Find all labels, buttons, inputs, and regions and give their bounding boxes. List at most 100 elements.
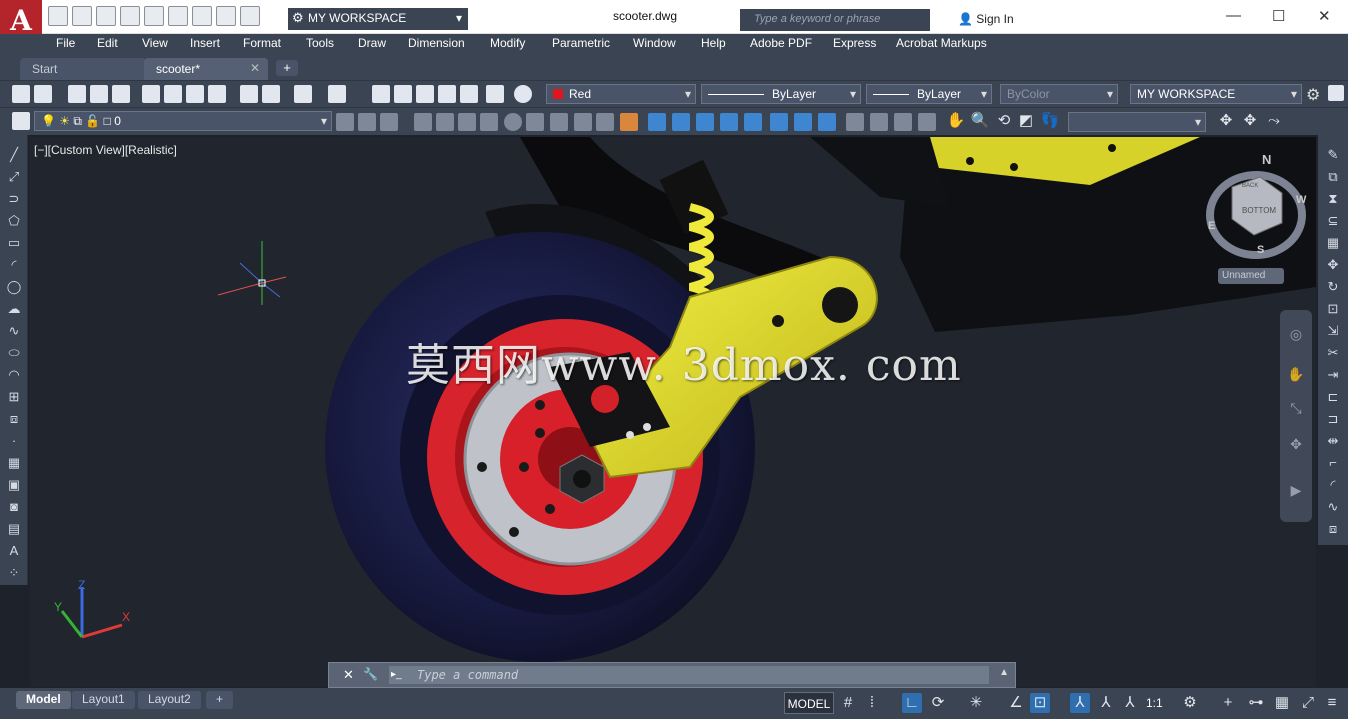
workspace-select[interactable]: MY WORKSPACE — [288, 8, 468, 30]
new-tab-button[interactable]: + — [276, 60, 298, 76]
ellipse-arc-icon[interactable]: ◠ — [5, 367, 23, 383]
new-button[interactable] — [68, 85, 86, 103]
subtract-button[interactable] — [794, 113, 812, 131]
view-select[interactable] — [1068, 112, 1206, 132]
copy-button[interactable] — [262, 85, 280, 103]
insert-block-icon[interactable]: ⊞ — [5, 389, 23, 405]
orbit-icon[interactable]: ⟲ — [994, 111, 1014, 131]
layer-select[interactable]: 💡 ☀ ⧉ 🔓 □ 0 — [34, 111, 332, 131]
steering-wheel-icon[interactable]: ◎ — [1287, 326, 1305, 344]
calculator-button[interactable] — [486, 85, 504, 103]
design-center-button[interactable] — [394, 85, 412, 103]
trim-icon[interactable]: ✂ — [1324, 345, 1342, 361]
loft-button[interactable] — [744, 113, 762, 131]
plot-button[interactable] — [192, 6, 212, 26]
polar-icon[interactable]: ⟳ — [928, 693, 948, 713]
annotation-visibility-icon[interactable]: ⅄ — [1070, 693, 1090, 713]
intersect-button[interactable] — [818, 113, 836, 131]
properties-button[interactable] — [372, 85, 390, 103]
print-button[interactable] — [142, 85, 160, 103]
planar-surface-button[interactable] — [620, 113, 638, 131]
pan-hand-icon[interactable]: ✋ — [946, 111, 966, 131]
open-button[interactable] — [90, 85, 108, 103]
close-button[interactable]: ✕ — [1318, 7, 1331, 25]
offset-icon[interactable]: ⊆ — [1324, 213, 1342, 229]
3d-print-button[interactable] — [208, 85, 226, 103]
arc-icon[interactable]: ◜ — [5, 257, 23, 273]
chamfer-icon[interactable]: ⌐ — [1324, 455, 1342, 471]
tab-scooter[interactable]: scooter* ✕ — [144, 58, 268, 80]
showmotion-icon[interactable]: ▶ — [1287, 482, 1305, 500]
orbit-constrained-icon[interactable]: ✥ — [1240, 111, 1260, 131]
search-input[interactable]: Type a keyword or phrase — [740, 9, 930, 31]
cylinder-button[interactable] — [526, 113, 544, 131]
polyline-icon[interactable]: ⊃ — [5, 191, 23, 207]
menu-draw[interactable]: Draw — [358, 36, 386, 50]
helix-button[interactable] — [596, 113, 614, 131]
ortho-icon[interactable]: ∟ — [902, 693, 922, 713]
layer-properties-button[interactable] — [12, 112, 30, 130]
ellipse-icon[interactable]: ⬭ — [5, 345, 23, 361]
annotation-monitor-icon[interactable]: + — [1218, 693, 1238, 713]
orbit-nav-icon[interactable]: ✥ — [1287, 436, 1305, 454]
object-snap-icon[interactable]: ⊡ — [1030, 693, 1050, 713]
box-button[interactable] — [436, 113, 454, 131]
mirror-icon[interactable]: ⧗ — [1324, 191, 1342, 207]
array-icon[interactable]: ▦ — [1324, 235, 1342, 251]
customize-icon[interactable] — [1328, 85, 1344, 101]
workspace-settings-gear-icon[interactable]: ⚙ — [1306, 85, 1320, 105]
tool-palettes-button[interactable] — [416, 85, 434, 103]
menu-express[interactable]: Express — [833, 36, 876, 50]
menu-format[interactable]: Format — [243, 36, 281, 50]
sphere-button[interactable] — [504, 113, 522, 131]
units-icon[interactable]: ⊶ — [1246, 693, 1266, 713]
snap-icon[interactable]: ⁞ — [862, 693, 882, 713]
pan-icon[interactable]: ✋ — [1287, 366, 1305, 384]
spline-icon[interactable]: ∿ — [5, 323, 23, 339]
zoom-extents-icon[interactable]: ⤡ — [1287, 400, 1305, 418]
redo-button[interactable] — [240, 6, 260, 26]
maximize-button[interactable]: ☐ — [1272, 7, 1285, 25]
match-properties-button[interactable] — [12, 85, 30, 103]
make-current-button[interactable] — [336, 113, 354, 131]
save-button[interactable] — [96, 6, 116, 26]
undo-toolbar-button[interactable] — [294, 85, 312, 103]
continuous-orbit-icon[interactable]: ⤳ — [1264, 111, 1284, 131]
circle-icon[interactable]: ◯ — [5, 279, 23, 295]
menu-adobe-pdf[interactable]: Adobe PDF — [750, 36, 812, 50]
cut-button[interactable] — [240, 85, 258, 103]
erase-icon[interactable]: ✎ — [1324, 147, 1342, 163]
tab-start[interactable]: Start — [20, 58, 146, 80]
extrude-button[interactable] — [648, 113, 666, 131]
undo-button[interactable] — [216, 6, 236, 26]
customize-command-wrench-icon[interactable]: 🔧 — [363, 667, 378, 681]
layer-icon-button[interactable] — [34, 85, 52, 103]
menu-modify[interactable]: Modify — [490, 36, 525, 50]
polygon-icon[interactable]: ⬠ — [5, 213, 23, 229]
stretch-icon[interactable]: ⇲ — [1324, 323, 1342, 339]
menu-acrobat-markups[interactable]: Acrobat Markups — [896, 36, 987, 50]
zoom-icon[interactable]: 🔍 — [970, 111, 990, 131]
menu-window[interactable]: Window — [633, 36, 676, 50]
region-icon[interactable]: ◙ — [5, 499, 23, 515]
workspace-switching-gear-icon[interactable]: ⚙ — [1180, 693, 1200, 713]
menu-edit[interactable]: Edit — [97, 36, 118, 50]
walk-icon[interactable]: 👣 — [1040, 111, 1060, 131]
color-select[interactable]: Red — [546, 84, 696, 104]
markup-button[interactable] — [460, 85, 478, 103]
explode-icon[interactable]: ⧈ — [1324, 521, 1342, 537]
3d-array-button[interactable] — [918, 113, 936, 131]
tab-layout1[interactable]: Layout1 — [72, 691, 135, 709]
hardware-acceleration-icon[interactable]: ▦ — [1272, 693, 1292, 713]
rotate-icon[interactable]: ↻ — [1324, 279, 1342, 295]
viewport-controls-label[interactable]: [−][Custom View][Realistic] — [34, 143, 177, 157]
dynamic-ucs-icon[interactable]: ∠ — [1006, 693, 1026, 713]
drawing-viewport[interactable]: Z X Y N S E W BACK BOTTOM [−][Custom Vie… — [30, 137, 1316, 687]
construction-line-icon[interactable]: ⤢ — [5, 169, 23, 185]
save-toolbar-button[interactable] — [112, 85, 130, 103]
extend-icon[interactable]: ⇥ — [1324, 367, 1342, 383]
sweep-button[interactable] — [696, 113, 714, 131]
3d-move-button[interactable] — [846, 113, 864, 131]
model-space-button[interactable]: MODEL — [784, 692, 834, 714]
redo-toolbar-button[interactable] — [328, 85, 346, 103]
